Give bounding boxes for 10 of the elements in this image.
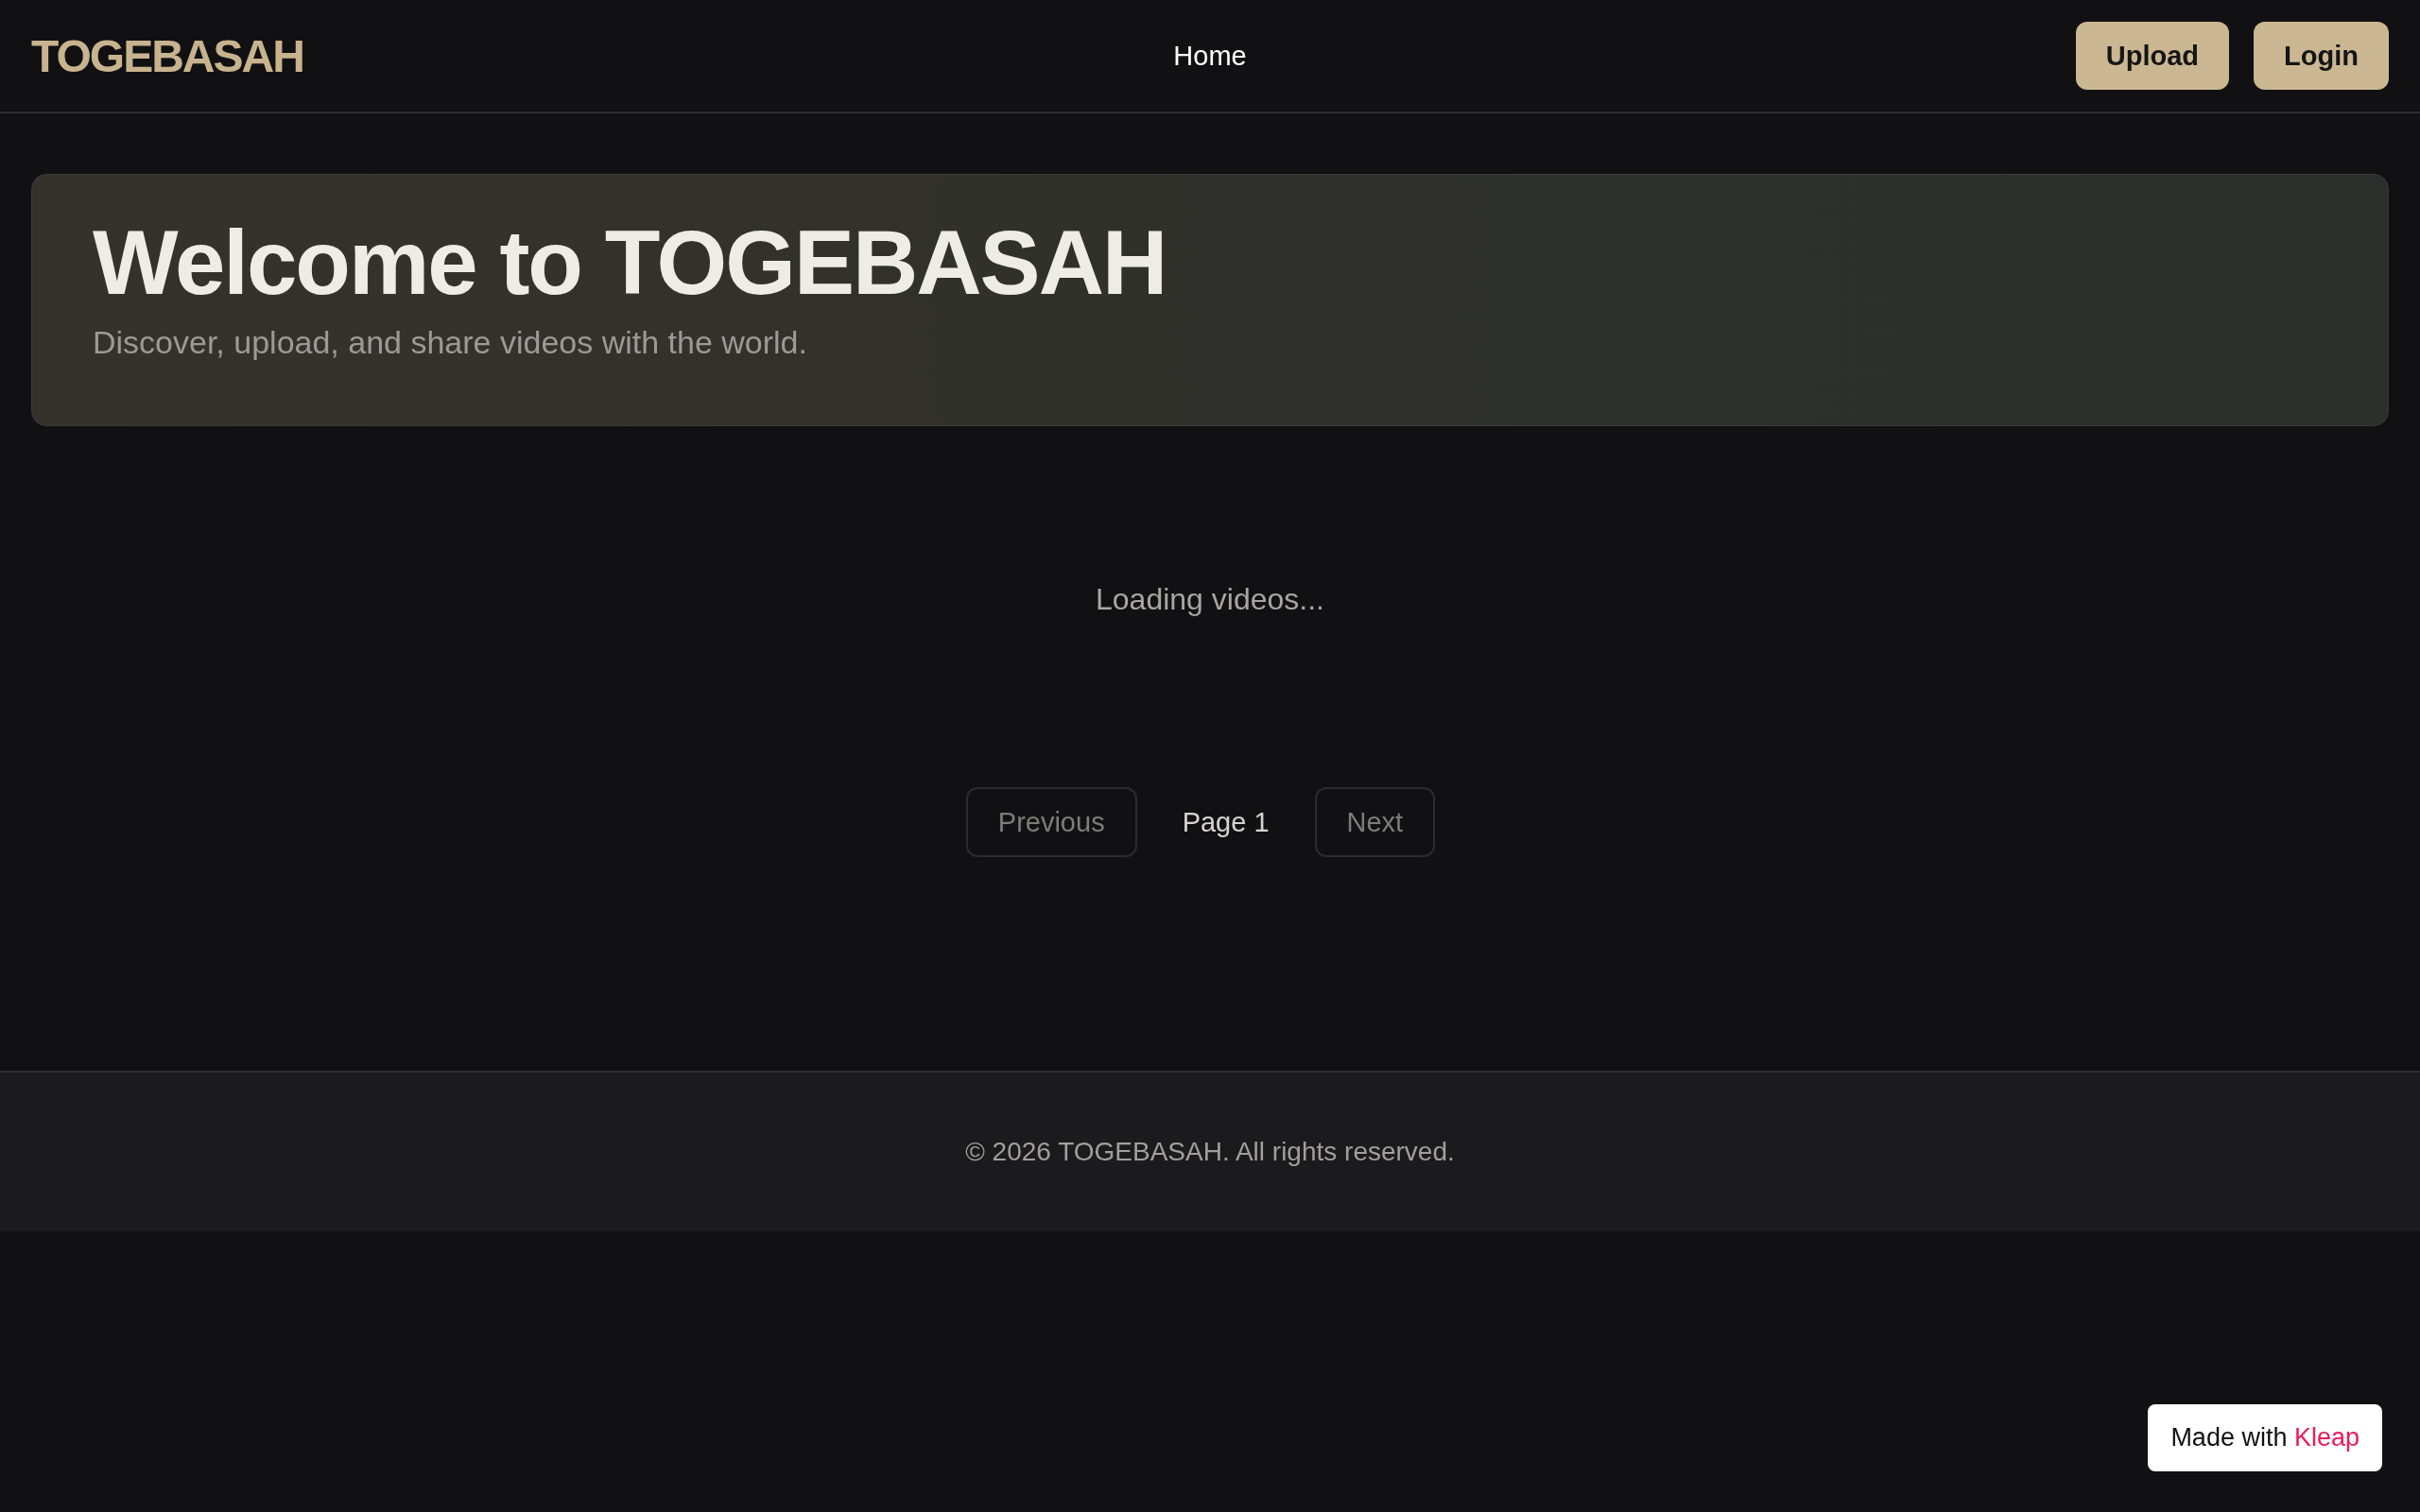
page-indicator: Page 1 bbox=[1182, 806, 1270, 838]
hero-title: Welcome to TOGEBASAH bbox=[93, 211, 1167, 315]
made-with-badge[interactable]: Made with Kleap bbox=[2148, 1404, 2382, 1471]
copyright-text: © 2026 TOGEBASAH. All rights reserved. bbox=[965, 1137, 1455, 1167]
nav-link[interactable]: Home bbox=[1173, 40, 1247, 71]
site-logo[interactable]: TOGEBASAH bbox=[31, 29, 303, 82]
header-button[interactable]: Login bbox=[2254, 22, 2389, 90]
loading-message: Loading videos... bbox=[1095, 582, 1325, 617]
hero-subtitle: Discover, upload, and share videos with the world. bbox=[93, 324, 808, 361]
header-button[interactable]: Upload bbox=[2075, 22, 2230, 90]
